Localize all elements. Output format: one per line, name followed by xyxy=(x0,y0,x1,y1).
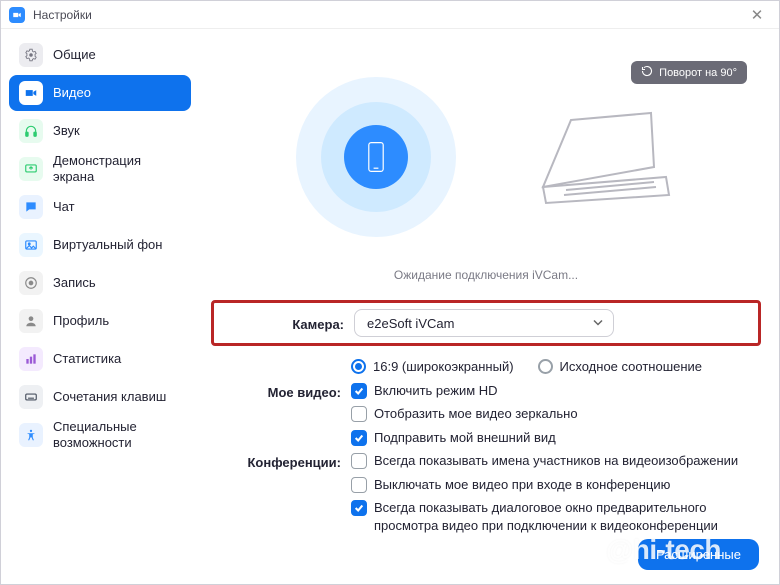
always-names-checkbox[interactable]: Всегда показывать имена участников на ви… xyxy=(351,452,761,470)
sidebar-item-general[interactable]: Общие xyxy=(9,37,191,73)
camera-icon xyxy=(19,81,43,105)
access-icon xyxy=(19,423,43,447)
keyboard-icon xyxy=(19,385,43,409)
sidebar-item-label: Статистика xyxy=(53,351,121,367)
sidebar-item-audio[interactable]: Звук xyxy=(9,113,191,149)
mirror-checkbox[interactable]: Отобразить мое видео зеркально xyxy=(351,405,761,423)
my-video-label: Мое видео: xyxy=(211,382,351,400)
aspect-original-label: Исходное соотношение xyxy=(560,358,703,376)
profile-icon xyxy=(19,309,43,333)
sidebar-item-label: Звук xyxy=(53,123,80,139)
screen-icon xyxy=(19,157,43,181)
video-preview xyxy=(211,39,761,274)
chevron-down-icon xyxy=(593,316,603,331)
radio-icon xyxy=(351,359,366,374)
phone-ripple xyxy=(296,77,456,237)
checkbox-icon xyxy=(351,453,367,469)
meetings-options: Всегда показывать имена участников на ви… xyxy=(351,452,761,534)
sidebar-item-chat[interactable]: Чат xyxy=(9,189,191,225)
sidebar-item-label: Сочетания клавиш xyxy=(53,389,166,405)
always-names-label: Всегда показывать имена участников на ви… xyxy=(374,452,738,470)
sidebar-item-stats[interactable]: Статистика xyxy=(9,341,191,377)
sidebar-item-label: Специальные возможности xyxy=(53,419,181,450)
sidebar-item-label: Общие xyxy=(53,47,96,63)
video-form: Камера: e2eSoft iVCam 16:9 (широкоэкранн… xyxy=(211,300,761,534)
window-title: Настройки xyxy=(33,8,92,22)
camera-value: e2eSoft iVCam xyxy=(367,316,454,331)
settings-window: Настройки ✕ Общие Видео Звук Демонстрация э… xyxy=(0,0,780,585)
phone-icon xyxy=(344,125,408,189)
record-icon xyxy=(19,271,43,295)
aspect-options: 16:9 (широкоэкранный) Исходное соотношен… xyxy=(351,358,761,376)
aspect-16-9-radio[interactable]: 16:9 (широкоэкранный) xyxy=(351,358,514,376)
app-icon xyxy=(9,7,25,23)
sidebar-item-label: Профиль xyxy=(53,313,109,329)
mirror-label: Отобразить мое видео зеркально xyxy=(374,405,578,423)
sidebar: Общие Видео Звук Демонстрация экрана Чат Вирт… xyxy=(1,29,199,584)
camera-select[interactable]: e2eSoft iVCam xyxy=(354,309,614,337)
stats-icon xyxy=(19,347,43,371)
content-pane: Поворот на 90° Ожидание подк xyxy=(199,29,779,584)
off-on-join-label: Выключать мое видео при входе в конферен… xyxy=(374,476,670,494)
sidebar-item-profile[interactable]: Профиль xyxy=(9,303,191,339)
camera-row-highlight: Камера: e2eSoft iVCam xyxy=(211,300,761,346)
checkbox-icon xyxy=(351,406,367,422)
sidebar-item-record[interactable]: Запись xyxy=(9,265,191,301)
sidebar-item-access[interactable]: Специальные возможности xyxy=(9,417,191,453)
checkbox-icon xyxy=(351,500,367,516)
my-video-options: Включить режим HD Отобразить мое видео з… xyxy=(351,382,761,447)
laptop-icon xyxy=(536,105,676,208)
radio-icon xyxy=(538,359,553,374)
sidebar-item-label: Чат xyxy=(53,199,75,215)
checkbox-icon xyxy=(351,430,367,446)
image-icon xyxy=(19,233,43,257)
close-button[interactable]: ✕ xyxy=(743,1,771,29)
meetings-label: Конференции: xyxy=(211,452,351,470)
hd-label: Включить режим HD xyxy=(374,382,498,400)
sidebar-item-label: Демонстрация экрана xyxy=(53,153,181,184)
touchup-label: Подправить мой внешний вид xyxy=(374,429,556,447)
aspect-16-9-label: 16:9 (широкоэкранный) xyxy=(373,358,514,376)
sidebar-item-vbg[interactable]: Виртуальный фон xyxy=(9,227,191,263)
sidebar-item-video[interactable]: Видео xyxy=(9,75,191,111)
titlebar: Настройки ✕ xyxy=(1,1,779,29)
sidebar-item-label: Запись xyxy=(53,275,96,291)
aspect-original-radio[interactable]: Исходное соотношение xyxy=(538,358,703,376)
hd-checkbox[interactable]: Включить режим HD xyxy=(351,382,761,400)
sidebar-item-label: Видео xyxy=(53,85,91,101)
sidebar-item-label: Виртуальный фон xyxy=(53,237,162,253)
chat-icon xyxy=(19,195,43,219)
headphones-icon xyxy=(19,119,43,143)
off-on-join-checkbox[interactable]: Выключать мое видео при входе в конферен… xyxy=(351,476,761,494)
camera-label: Камера: xyxy=(214,314,354,332)
preview-dialog-label: Всегда показывать диалоговое окно предва… xyxy=(374,499,754,534)
body: Общие Видео Звук Демонстрация экрана Чат Вирт… xyxy=(1,29,779,584)
advanced-button[interactable]: Расширенные xyxy=(638,539,759,570)
checkbox-icon xyxy=(351,383,367,399)
sidebar-item-share[interactable]: Демонстрация экрана xyxy=(9,151,191,187)
touchup-checkbox[interactable]: Подправить мой внешний вид xyxy=(351,429,761,447)
checkbox-icon xyxy=(351,477,367,493)
sidebar-item-keys[interactable]: Сочетания клавиш xyxy=(9,379,191,415)
gear-icon xyxy=(19,43,43,67)
preview-dialog-checkbox[interactable]: Всегда показывать диалоговое окно предва… xyxy=(351,499,761,534)
